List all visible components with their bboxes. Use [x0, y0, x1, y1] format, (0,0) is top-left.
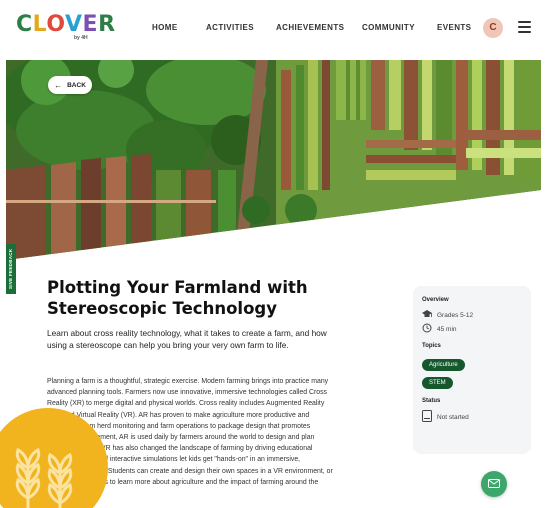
- mail-icon: [488, 475, 500, 493]
- status-value: Not started: [437, 413, 469, 421]
- back-button[interactable]: ← BACK: [48, 76, 92, 94]
- duration-row: 45 min: [422, 323, 457, 335]
- feedback-tab[interactable]: SIVE FEEDBACK: [6, 244, 16, 294]
- graduation-cap-icon: [422, 310, 432, 321]
- article-subtitle: Learn about cross reality technology, wh…: [47, 328, 327, 350]
- top-nav: CLOVER by 4H HOME ACTIVITIES ACHIEVEMENT…: [0, 0, 547, 58]
- logo-sub: by 4H: [74, 35, 88, 41]
- clock-icon: [422, 323, 432, 335]
- avatar[interactable]: C: [483, 18, 503, 38]
- clipboard-icon: [422, 410, 432, 424]
- duration-value: 45 min: [437, 325, 457, 333]
- topics-heading: Topics: [422, 343, 441, 349]
- status-heading: Status: [422, 398, 441, 404]
- status-row: Not started: [422, 410, 469, 424]
- arrow-left-icon: ←: [54, 80, 63, 90]
- logo-wordmark: CLOVER: [16, 12, 116, 37]
- menu-icon[interactable]: [518, 21, 531, 33]
- nav-events[interactable]: EVENTS: [437, 23, 471, 32]
- page-title: Plotting Your Farmland with Stereoscopic…: [47, 278, 308, 318]
- nav-community[interactable]: COMMUNITY: [362, 23, 415, 32]
- grades-value: Grades 5-12: [437, 312, 474, 319]
- nav-home[interactable]: HOME: [152, 23, 178, 32]
- back-label: BACK: [67, 81, 86, 89]
- mail-button[interactable]: [481, 471, 507, 497]
- clover-logo[interactable]: CLOVER by 4H: [16, 12, 116, 41]
- nav-activities[interactable]: ACTIVITIES: [206, 23, 254, 32]
- overview-heading: Overview: [422, 297, 449, 303]
- topic-pill-agriculture[interactable]: Agriculture: [422, 359, 465, 371]
- topic-pill-stem[interactable]: STEM: [422, 377, 453, 389]
- grades-row: Grades 5-12: [422, 310, 473, 321]
- nav-achievements[interactable]: ACHIEVEMENTS: [276, 23, 344, 32]
